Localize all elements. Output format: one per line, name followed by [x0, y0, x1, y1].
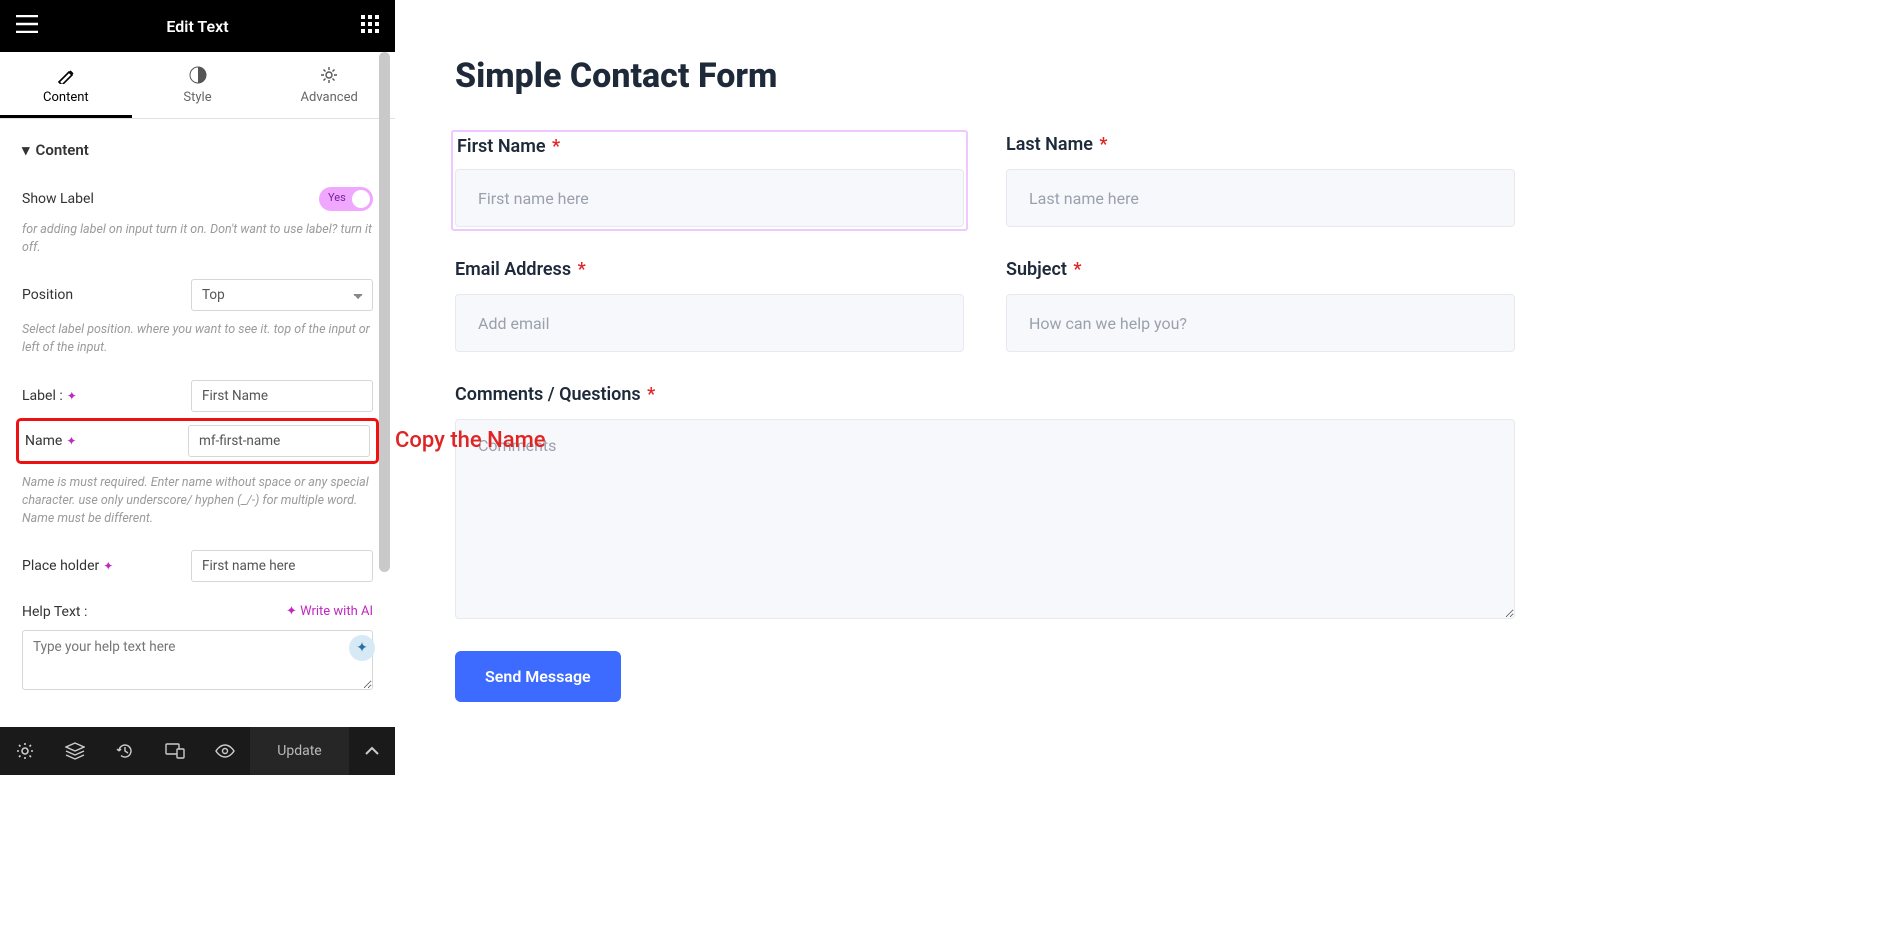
annotation-text: Copy the Name — [395, 428, 546, 453]
comments-label: Comments / Questions * — [455, 384, 1515, 405]
responsive-icon[interactable] — [150, 727, 200, 775]
panel-footer: Update — [0, 727, 395, 775]
name-field-highlight: Name✦ — [16, 418, 379, 464]
field-first-name: First Name * — [451, 130, 968, 231]
editor-panel: Edit Text Content Style Advanced ▾ Conte… — [0, 0, 395, 775]
panel-title: Edit Text — [166, 17, 228, 36]
tab-style[interactable]: Style — [132, 52, 264, 118]
show-label-help: for adding label on input turn it on. Do… — [22, 221, 373, 257]
panel-scroll[interactable]: ▾ Content Show Label Yes for adding labe… — [0, 119, 395, 775]
comments-textarea[interactable] — [455, 419, 1515, 619]
send-button[interactable]: Send Message — [455, 651, 621, 702]
layers-icon[interactable] — [50, 727, 100, 775]
subject-label: Subject * — [1006, 259, 1515, 280]
toggle-knob — [352, 190, 370, 208]
show-label-toggle[interactable]: Yes — [319, 187, 373, 211]
form-title: Simple Contact Form — [455, 56, 1841, 96]
update-button[interactable]: Update — [250, 727, 349, 775]
position-help: Select label position. where you want to… — [22, 321, 373, 357]
last-name-label: Last Name * — [1006, 134, 1515, 155]
hamburger-icon[interactable] — [16, 15, 38, 37]
field-email: Email Address * — [455, 259, 964, 352]
sparkle-icon: ✦ — [67, 389, 77, 403]
field-last-name: Last Name * — [1006, 134, 1515, 227]
show-label-label: Show Label — [22, 191, 94, 207]
sparkle-icon: ✦ — [103, 559, 113, 573]
tab-content[interactable]: Content — [0, 52, 132, 118]
last-name-input[interactable] — [1006, 169, 1515, 227]
caret-down-icon: ▾ — [22, 141, 30, 159]
subject-input[interactable] — [1006, 294, 1515, 352]
tab-style-label: Style — [183, 90, 211, 105]
settings-icon[interactable] — [0, 727, 50, 775]
write-with-ai[interactable]: ✦ Write with AI — [286, 604, 373, 619]
update-caret-icon[interactable] — [349, 746, 395, 756]
field-comments: Comments / Questions * — [455, 384, 1515, 623]
tab-advanced-label: Advanced — [301, 90, 358, 105]
name-field-help: Name is must required. Enter name withou… — [22, 474, 373, 528]
required-star: * — [578, 259, 586, 280]
name-field-label: Name✦ — [25, 433, 76, 449]
field-subject: Subject * — [1006, 259, 1515, 352]
label-field-label: Label :✦ — [22, 388, 77, 404]
assistant-badge-icon[interactable]: ✦ — [349, 635, 375, 661]
section-content-label: Content — [36, 141, 89, 159]
position-label: Position — [22, 287, 73, 303]
placeholder-label: Place holder✦ — [22, 558, 113, 574]
email-input[interactable] — [455, 294, 964, 352]
panel-tabs: Content Style Advanced — [0, 52, 395, 119]
required-star: * — [552, 136, 560, 157]
required-star: * — [647, 384, 655, 405]
name-field-input[interactable] — [188, 425, 370, 457]
sparkle-icon: ✦ — [66, 434, 76, 448]
helptext-label: Help Text : — [22, 604, 87, 620]
toggle-value: Yes — [328, 191, 346, 204]
panel-scrollbar[interactable] — [379, 52, 390, 572]
email-label: Email Address * — [455, 259, 964, 280]
tab-content-label: Content — [43, 90, 89, 105]
first-name-input[interactable] — [455, 169, 964, 227]
position-select[interactable]: Top — [191, 279, 373, 311]
form-grid: First Name * Last Name * Email Address *… — [455, 134, 1515, 623]
history-icon[interactable] — [100, 727, 150, 775]
apps-grid-icon[interactable] — [361, 15, 379, 37]
first-name-label: First Name * — [457, 136, 964, 157]
label-field-input[interactable] — [191, 380, 373, 412]
required-star: * — [1099, 134, 1107, 155]
placeholder-input[interactable] — [191, 550, 373, 582]
preview-canvas: Simple Contact Form First Name * Last Na… — [395, 0, 1901, 939]
panel-header: Edit Text — [0, 0, 395, 52]
preview-icon[interactable] — [200, 727, 250, 775]
section-content[interactable]: ▾ Content — [22, 119, 373, 173]
required-star: * — [1073, 259, 1081, 280]
helptext-textarea[interactable] — [22, 630, 373, 690]
tab-advanced[interactable]: Advanced — [263, 52, 395, 118]
